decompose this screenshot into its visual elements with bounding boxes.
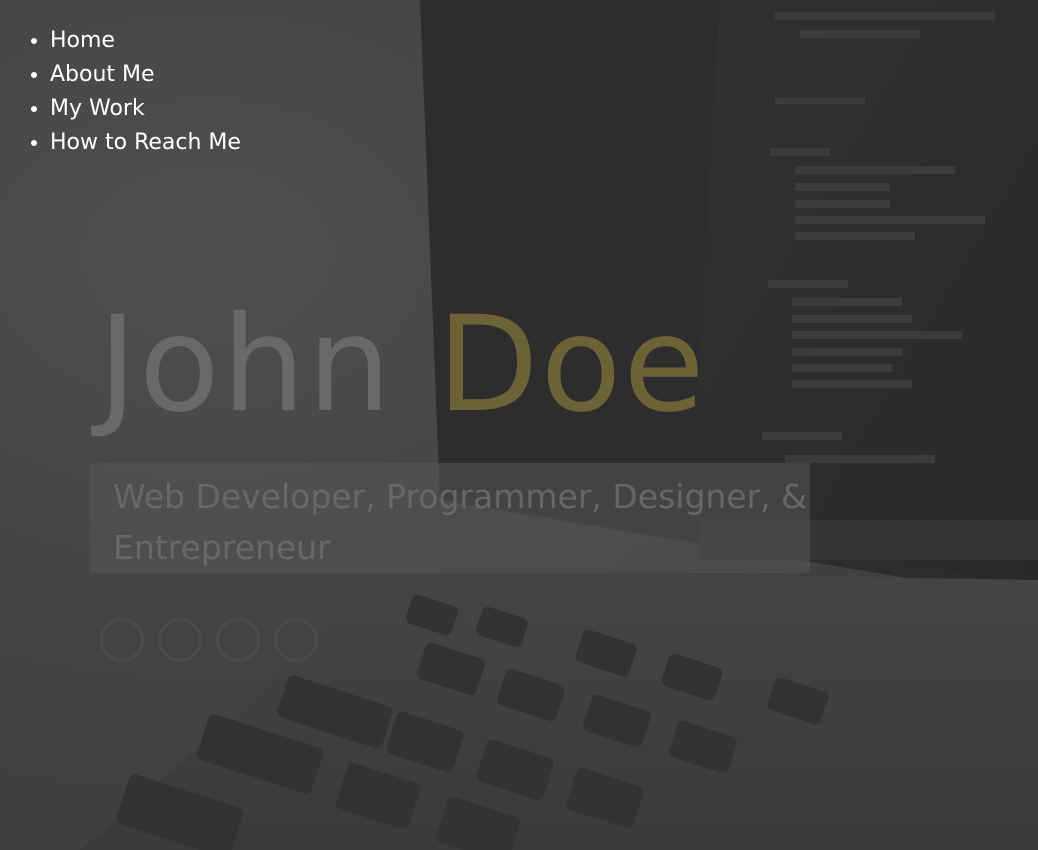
nav-link-home[interactable]: Home [50,28,115,53]
page: Home About Me My Work How to Reach Me Jo… [0,0,1038,850]
social-icon-4[interactable] [274,618,318,662]
nav-link-my-work[interactable]: My Work [50,96,145,121]
nav-link-how-to-reach-me[interactable]: How to Reach Me [50,130,241,155]
hero-first-name: John [98,288,394,442]
tagline: Web Developer, Programmer, Designer, & E… [113,477,807,567]
tagline-box: Web Developer, Programmer, Designer, & E… [90,463,810,573]
nav-item-about-me[interactable]: About Me [50,58,241,92]
social-links [100,618,318,662]
nav-item-how-to-reach-me[interactable]: How to Reach Me [50,126,241,160]
hero-name: John Doe [98,290,707,440]
social-icon-2[interactable] [158,618,202,662]
social-icon-1[interactable] [100,618,144,662]
main-nav: Home About Me My Work How to Reach Me [20,24,241,160]
nav-item-home[interactable]: Home [50,24,241,58]
nav-item-my-work[interactable]: My Work [50,92,241,126]
social-icon-3[interactable] [216,618,260,662]
hero-last-name: Doe [436,288,707,442]
nav-link-about-me[interactable]: About Me [50,62,155,87]
